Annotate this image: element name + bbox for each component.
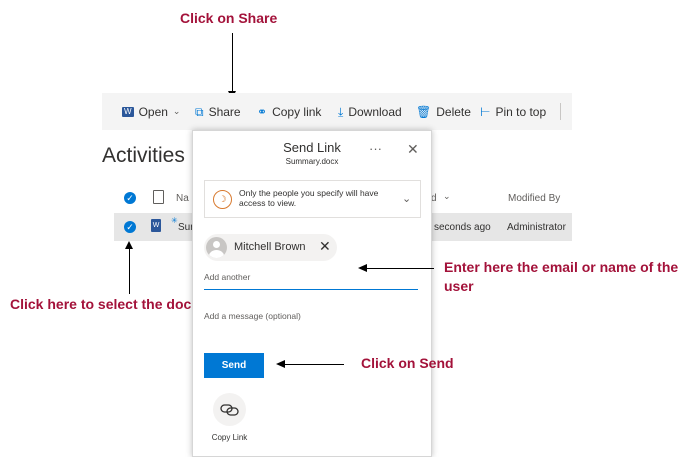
callout-send-arrow-line <box>284 364 344 365</box>
new-item-icon: ✳ <box>171 216 178 225</box>
share-label: Share <box>208 104 241 119</box>
download-label: Download <box>348 104 402 119</box>
row-select-checkbox[interactable]: ✓ <box>124 221 136 233</box>
callout-enter-user-line2: user <box>444 278 474 294</box>
select-all-checkbox[interactable]: ✓ <box>124 192 136 204</box>
callout-click-on-send: Click on Send <box>361 355 454 371</box>
open-label: Open <box>138 104 168 119</box>
callout-click-on-share: Click on Share <box>180 10 278 26</box>
delete-label: Delete <box>436 104 471 119</box>
message-input[interactable]: Add a message (optional) <box>204 311 301 321</box>
row-modified-by: Administrator <box>507 222 566 233</box>
send-button[interactable]: Send <box>204 353 264 378</box>
word-doc-icon: W <box>151 219 161 232</box>
share-icon: ⧉ <box>195 104 204 119</box>
pin-to-top-label: Pin to top <box>495 104 547 119</box>
trash-icon: 🗑 <box>416 104 432 119</box>
chevron-down-icon: ⌄ <box>402 193 412 205</box>
copy-link-option[interactable] <box>213 393 246 426</box>
add-another-input[interactable]: Add another <box>204 272 250 282</box>
input-underline <box>204 289 418 290</box>
avatar <box>206 237 227 258</box>
download-icon: ⤓ <box>338 104 344 119</box>
copy-link-label: Copy Link <box>211 433 248 442</box>
page-title: Activities <box>102 144 185 167</box>
permission-selector[interactable]: ☽ Only the people you specify will have … <box>204 180 421 218</box>
pin-icon: ⊢ <box>480 104 491 119</box>
toolbar-divider <box>560 103 561 120</box>
recipient-chip[interactable]: Mitchell Brown ✕ <box>204 234 337 261</box>
callout-select-arrow-line <box>129 247 130 294</box>
more-options-icon[interactable]: ··· <box>369 141 382 156</box>
download-button[interactable]: ⤓ Download <box>338 93 402 130</box>
link-icon <box>220 404 239 416</box>
word-doc-icon: W <box>122 106 134 117</box>
dialog-title: Send Link <box>283 140 341 155</box>
pin-to-top-button[interactable]: ⊢ Pin to top <box>480 93 546 130</box>
copy-link-label: Copy link <box>272 104 322 119</box>
copy-link-button[interactable]: ⚭ Copy link <box>257 93 321 130</box>
remove-recipient-icon[interactable]: ✕ <box>319 239 331 253</box>
recipient-name: Mitchell Brown <box>234 241 306 253</box>
send-link-dialog: Send Link Summary.docx ··· ✕ ☽ Only the … <box>192 130 432 457</box>
chevron-down-icon: ⌄ <box>443 191 451 201</box>
callout-share-arrow-line <box>232 33 233 93</box>
close-icon[interactable]: ✕ <box>407 142 419 156</box>
people-icon: ☽ <box>213 190 232 209</box>
permission-text: Only the people you specify will have ac… <box>239 188 379 208</box>
share-button[interactable]: ⧉ Share <box>195 93 241 130</box>
open-button[interactable]: W Open ⌄ <box>122 93 180 130</box>
column-header-modified-by[interactable]: Modified By <box>508 193 560 204</box>
file-type-icon <box>153 190 164 204</box>
delete-button[interactable]: 🗑 Delete <box>416 93 471 130</box>
link-icon: ⚭ <box>257 104 268 119</box>
callout-enter-arrow-line <box>366 268 434 269</box>
dialog-file-name: Summary.docx <box>285 157 339 166</box>
row-modified: seconds ago <box>434 222 491 233</box>
column-header-name[interactable]: Na <box>176 193 189 204</box>
callout-enter-user-line1: Enter here the email or name of the <box>444 259 679 275</box>
chevron-down-icon: ⌄ <box>172 106 181 116</box>
